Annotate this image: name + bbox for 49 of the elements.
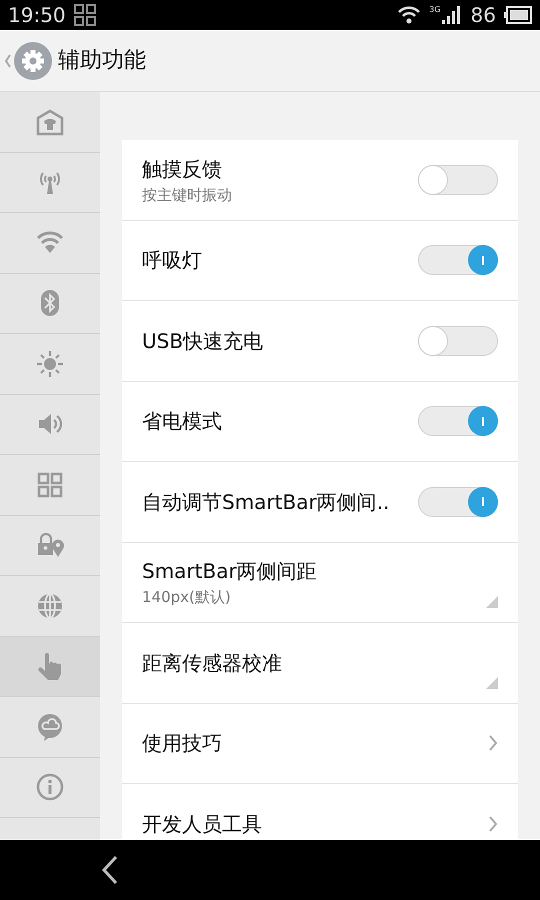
battery-icon [504,6,532,24]
setting-title: 触摸反馈 [142,156,222,182]
hand-icon [36,652,64,680]
network-text: 3G [429,4,441,16]
setting-row[interactable]: 使用技巧 [122,704,518,784]
cloud-bubble-icon [36,712,64,741]
corner-triangle-icon [486,596,498,608]
battery-text: 86 [470,2,496,29]
setting-title: USB快速充电 [142,328,264,355]
setting-subtitle: 140px(默认) [142,587,231,608]
setting-title: 省电模式 [142,408,222,436]
chevron-right-icon [488,814,498,833]
setting-row[interactable]: SmartBar两侧间距 140px(默认) [122,542,518,623]
toggle-switch[interactable] [418,406,498,436]
theme-icon [36,108,64,136]
setting-row[interactable]: USB快速充电 [122,301,518,382]
setting-row[interactable]: 触摸反馈 按主键时振动 [122,140,518,220]
chevron-left-icon [100,855,120,885]
setting-title: 距离传感器校准 [142,650,282,677]
setting-title: SmartBar两侧间距 [142,558,317,585]
toggle-switch[interactable] [418,486,498,517]
grid-icon [36,470,64,499]
setting-row[interactable]: 自动调节SmartBar两侧间.. [122,462,518,542]
setting-title: 呼吸灯 [142,247,202,274]
chevron-icon [4,52,12,68]
setting-title: 使用技巧 [142,730,222,758]
setting-subtitle: 按主键时振动 [142,184,232,206]
toggle-switch[interactable] [418,326,498,356]
back-button[interactable] [100,855,120,885]
signal-icon [440,5,463,25]
setting-row[interactable]: 呼吸灯 [122,220,518,301]
brightness-icon [36,350,64,378]
wifi-icon [397,5,422,25]
toggle-switch[interactable] [418,164,498,195]
globe-icon [36,592,64,620]
info-icon [36,773,64,802]
lock-location-icon [36,531,64,560]
corner-triangle-icon [486,676,498,688]
setting-title: 开发人员工具 [142,810,262,838]
gear-icon[interactable] [14,42,52,80]
setting-row[interactable]: 省电模式 [122,382,518,462]
setting-title: 自动调节SmartBar两侧间.. [142,488,390,516]
page-title: 辅助功能 [58,47,146,75]
chevron-right-icon [488,734,498,752]
toggle-switch[interactable] [418,245,498,276]
setting-row[interactable]: 距离传感器校准 [122,623,518,704]
clock-text: 19:50 [8,2,66,29]
grid-icon [74,4,96,26]
sidebar-item[interactable] [0,636,100,697]
